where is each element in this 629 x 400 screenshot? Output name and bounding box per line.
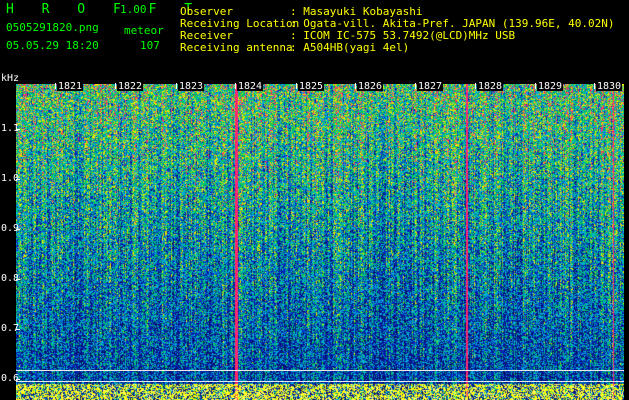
time-tick: [535, 83, 536, 89]
count-label: 107: [140, 39, 160, 52]
filename-label: 0505291820.png: [6, 21, 99, 34]
time-tick: [55, 83, 56, 89]
time-label-1830: 1830: [596, 81, 623, 92]
freq-tick: [16, 179, 20, 180]
freq-tick: [16, 379, 20, 380]
category-label: meteor: [124, 24, 164, 37]
time-label-1822: 1822: [117, 81, 144, 92]
antenna-value: : A504HB(yagi 4el): [290, 41, 410, 54]
time-label-1824: 1824: [237, 81, 264, 92]
spectrogram-canvas: [16, 84, 624, 400]
guide-line-lower: [16, 381, 624, 382]
time-label-1825: 1825: [298, 81, 325, 92]
antenna-label: Receiving antenna: [180, 41, 293, 54]
time-tick: [115, 83, 116, 89]
receiver-label: Receiver: [180, 29, 233, 42]
freq-unit-label: kHz: [1, 73, 20, 84]
time-tick: [296, 83, 297, 89]
freq-tick: [16, 229, 20, 230]
freq-tick: [16, 279, 20, 280]
freq-tick: [16, 329, 20, 330]
time-label-1826: 1826: [357, 81, 384, 92]
freq-tick: [16, 129, 20, 130]
time-label-1827: 1827: [417, 81, 444, 92]
time-label-1828: 1828: [477, 81, 504, 92]
time-tick: [594, 83, 595, 89]
version-label: 1.00: [120, 3, 147, 16]
datetime-label: 05.05.29 18:20: [6, 39, 99, 52]
time-label-1829: 1829: [537, 81, 564, 92]
observer-value: : Masayuki Kobayashi: [290, 5, 423, 18]
time-tick: [355, 83, 356, 89]
time-tick: [475, 83, 476, 89]
guide-line-upper: [16, 370, 624, 371]
receiver-value: : ICOM IC-575 53.7492(@LCD)MHz USB: [290, 29, 516, 42]
observer-label: Observer: [180, 5, 233, 18]
time-tick: [415, 83, 416, 89]
time-label-1823: 1823: [178, 81, 205, 92]
time-tick: [235, 83, 236, 89]
location-value: : Ogata-vill. Akita-Pref. JAPAN (139.96E…: [290, 17, 615, 30]
time-label-1821: 1821: [57, 81, 84, 92]
location-label: Receiving Location: [180, 17, 300, 30]
app-name: H R O F F T: [6, 2, 203, 17]
time-tick: [176, 83, 177, 89]
